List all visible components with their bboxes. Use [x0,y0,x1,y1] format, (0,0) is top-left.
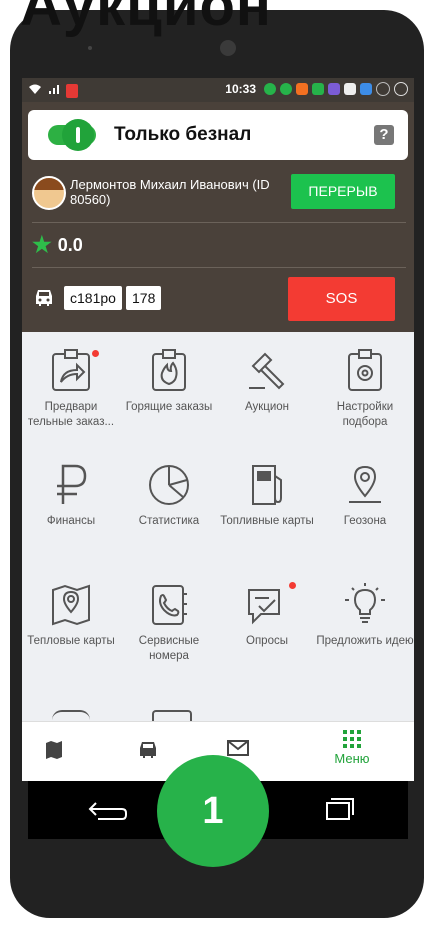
tile-label: Тепловые карты [27,635,115,647]
tile-label: Сервисные номера [138,635,200,662]
tile-label: Геозона [343,515,387,527]
menu-tile-finance[interactable]: Финансы [22,462,120,529]
step-badge: 1 [157,755,269,867]
menu-tile-preorders[interactable]: Предвари тельные заказ... [22,348,120,430]
driver-name: Лермонтов Михаил Иванович (ID 80560) [70,177,270,207]
car-row: с181ро 178 SOS [22,274,414,324]
map-icon [46,741,62,759]
notification-icon [360,83,372,95]
toggle-knob[interactable] [62,119,94,151]
fire-icon [152,349,186,391]
grid-menu-icon [343,730,361,748]
mail-icon [227,740,249,756]
car-icon [140,742,156,758]
notification-dot [289,582,296,589]
location-pin-icon [349,465,381,503]
nav-menu[interactable]: Меню [322,730,382,766]
lightbulb-icon [345,583,385,623]
help-icon[interactable]: ? [374,125,394,145]
license-plate: с181ро [64,286,122,310]
pie-chart-icon [149,465,189,505]
front-camera [220,40,236,56]
fuel-icon [252,465,282,505]
notification-icon [296,83,308,95]
menu-tile-suggest-idea[interactable]: Предложить идею [316,582,414,649]
share-icon [52,349,90,391]
notification-icon [376,82,390,96]
tile-label: Опросы [246,635,288,647]
menu-tile-service-numbers[interactable]: Сервисные номера [120,582,218,664]
sos-button[interactable]: SOS [288,277,395,321]
nav-menu-label: Меню [334,751,370,766]
notification-icon [344,83,356,95]
driver-panel: Только безнал ? Лермонтов Михаил Иванови… [22,102,414,332]
car-number: 178 [126,286,162,310]
tile-label: Предвари тельные заказ... [27,401,115,428]
tile-label: Статистика [138,515,200,527]
menu-tile-hot-orders[interactable]: Горящие заказы [120,348,218,415]
star-icon: ★ [32,232,52,257]
notification-icon [280,83,292,95]
notification-icon [264,83,276,95]
car-icon [32,288,56,308]
status-bar: 10:33 [22,78,414,102]
phone-book-icon [152,585,187,625]
rating-value: 0.0 [57,234,83,255]
nav-map[interactable] [24,740,84,763]
menu-tile-fuel-cards[interactable]: Топливные карты [218,462,316,529]
tile-label: Аукцион [244,401,290,413]
page-heading: Аукцион [20,0,272,38]
app-screen: 10:33 Только безнал ? Лермонтов Михаил И… [22,78,414,781]
menu-tile-selection-settings[interactable]: Настройки подбора [316,348,414,430]
menu-tile-statistics[interactable]: Статистика [120,462,218,529]
driver-row: Лермонтов Михаил Иванович (ID 80560) ПЕР… [22,170,414,220]
proximity-sensor [88,46,92,50]
tile-label: Горящие заказы [125,401,213,413]
back-icon[interactable] [88,797,128,826]
payment-toggle-card: Только безнал ? [28,110,408,160]
chat-check-icon [248,589,280,625]
wifi-icon [28,83,42,98]
menu-tile-geozone[interactable]: Геозона [316,462,414,529]
recent-apps-icon[interactable] [325,797,355,826]
notification-icon [328,83,340,95]
rating-row: ★ 0.0 [32,230,83,260]
gear-icon [348,349,382,391]
map-pin-icon [52,584,90,626]
status-time: 10:33 [225,82,256,96]
notification-dot [92,350,99,357]
menu-tile-auction[interactable]: Аукцион [218,348,316,415]
avatar [32,176,66,210]
ruble-icon [57,464,87,504]
tile-label: Топливные карты [220,515,314,527]
menu-grid: Предвари тельные заказ... Горящие заказы… [22,332,414,724]
menu-tile-surveys[interactable]: Опросы [218,582,316,649]
divider [32,267,406,268]
signal-icon [48,83,60,98]
nav-orders[interactable] [118,740,178,763]
notification-icon [312,83,324,95]
tile-label: Предложить идею [316,635,414,647]
tile-label: Финансы [46,515,96,527]
toggle-label: Только безнал [114,124,252,145]
battery-low-icon [66,83,78,98]
gavel-icon [249,352,285,390]
tile-label: Настройки подбора [336,401,394,428]
break-button[interactable]: ПЕРЕРЫВ [291,174,395,209]
menu-tile-heat-maps[interactable]: Тепловые карты [22,582,120,649]
divider [32,222,406,223]
alarm-icon [394,82,408,96]
